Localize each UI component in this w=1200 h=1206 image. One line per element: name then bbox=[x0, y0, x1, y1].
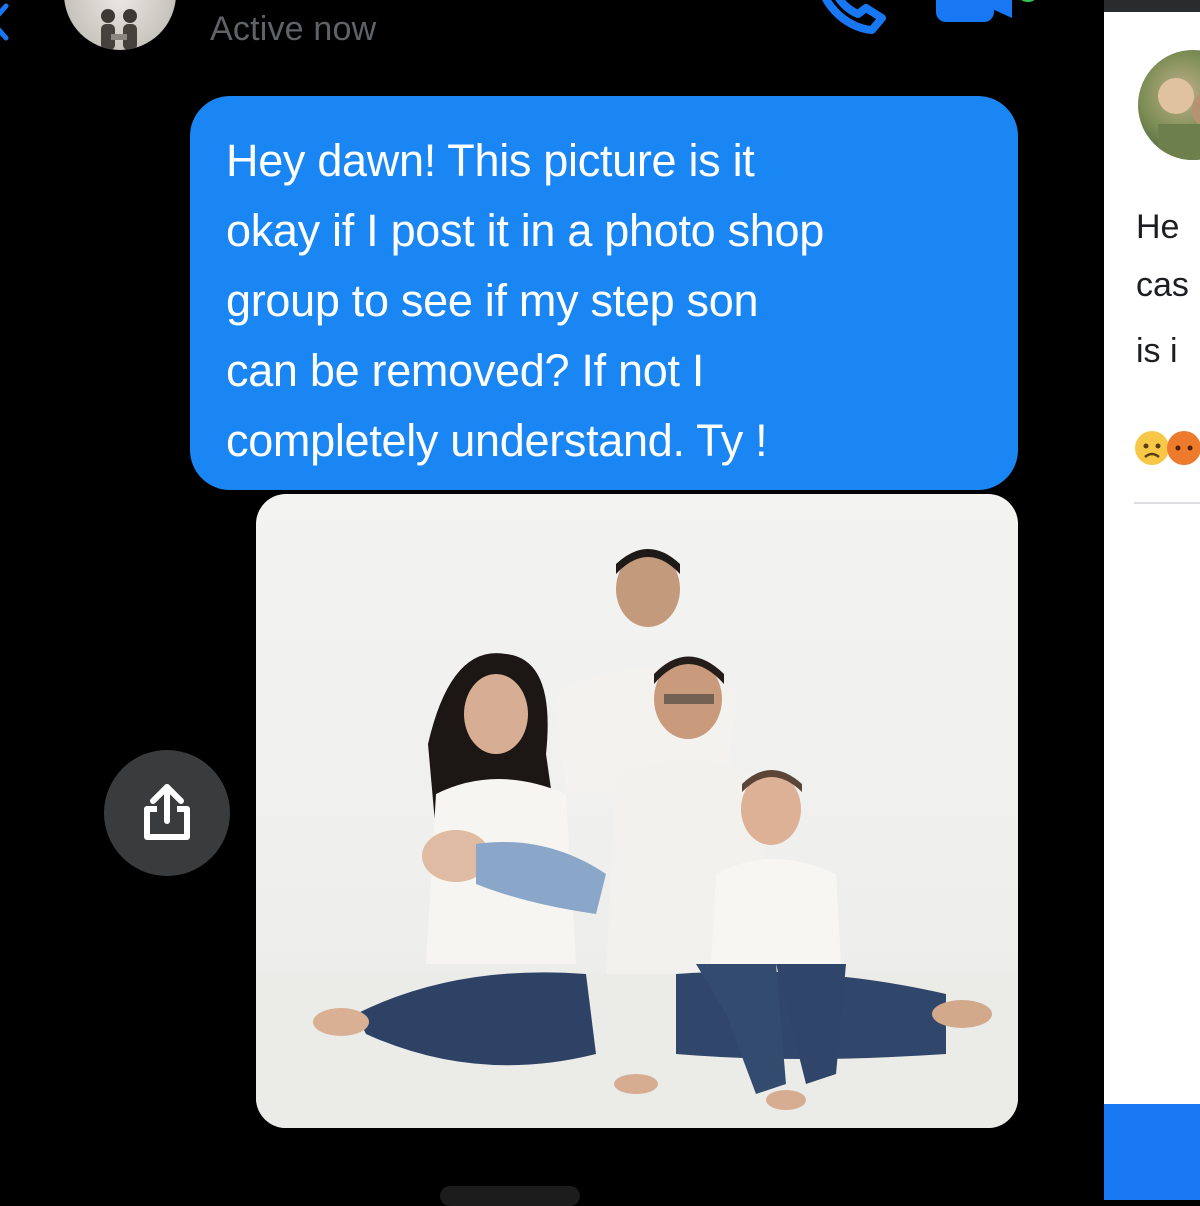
video-camera-icon[interactable] bbox=[936, 0, 1044, 26]
side-post-text: He bbox=[1136, 208, 1180, 246]
reaction-icons[interactable] bbox=[1134, 428, 1200, 468]
chat-pane: Active now Hey dawn! This picture is it … bbox=[0, 0, 1090, 1206]
side-card bbox=[1104, 0, 1200, 1200]
contact-avatar[interactable] bbox=[64, 0, 176, 50]
avatar-figures bbox=[101, 9, 137, 50]
chevron-left-icon[interactable] bbox=[0, 2, 10, 42]
sad-emoji-icon bbox=[1135, 431, 1169, 465]
message-text: Hey dawn! This picture is it okay if I p… bbox=[226, 126, 984, 476]
message-line: can be removed? If not I bbox=[226, 345, 705, 396]
video-camera-lens bbox=[990, 0, 1012, 18]
side-post-text: cas bbox=[1136, 266, 1189, 304]
side-post-text: is i bbox=[1136, 332, 1178, 370]
share-icon bbox=[144, 784, 190, 840]
home-indicator bbox=[440, 1186, 580, 1206]
side-action-button[interactable] bbox=[1104, 1104, 1200, 1200]
video-camera-body bbox=[936, 0, 994, 22]
active-status: Active now bbox=[210, 10, 377, 48]
message-line: completely understand. Ty ! bbox=[226, 415, 768, 466]
photo-attachment[interactable] bbox=[256, 494, 1018, 1128]
side-divider bbox=[1134, 502, 1200, 504]
message-line: group to see if my step son bbox=[226, 275, 759, 326]
active-indicator bbox=[1012, 0, 1044, 6]
share-button[interactable] bbox=[104, 750, 230, 876]
message-line: okay if I post it in a photo shop bbox=[226, 205, 824, 256]
side-topbar bbox=[1104, 0, 1200, 12]
family-photo bbox=[256, 549, 1018, 1128]
sent-message-bubble[interactable]: Hey dawn! This picture is it okay if I p… bbox=[190, 96, 1018, 490]
phone-icon[interactable] bbox=[810, 0, 890, 40]
angry-emoji-icon bbox=[1167, 431, 1200, 465]
side-panel: He cas is i bbox=[1090, 0, 1200, 1200]
message-line: Hey dawn! This picture is it bbox=[226, 135, 755, 186]
